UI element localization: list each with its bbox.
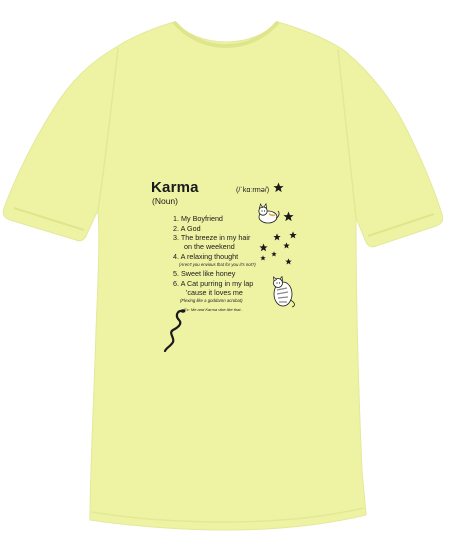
list-item: 'cause it loves me [186, 288, 243, 297]
star-icon [273, 182, 284, 193]
product-image: Karma (/ˈkɑːrmə/) (Noun) 1. My Boyfriend… [0, 0, 450, 533]
list-item: 4. A relaxing thought [173, 252, 239, 261]
cat-icon [258, 202, 280, 224]
list-note: (Flexing like a goddamn acrobat) [180, 298, 243, 303]
print-title: Karma [151, 179, 199, 196]
star-icon [271, 251, 277, 257]
star-icon [289, 231, 297, 239]
snake-icon [163, 309, 186, 352]
list-note: (Aren't you envious that for you it's no… [179, 262, 256, 267]
star-icon [260, 255, 266, 261]
list-item: on the weekend [184, 242, 235, 251]
star-icon [273, 233, 281, 241]
star-icon [259, 243, 268, 252]
list-item: 3. The breeze in my hair [173, 233, 251, 242]
star-icon [283, 211, 294, 222]
star-icon [283, 242, 290, 249]
example-line: Ex: Me and Karma vibe like that.. [184, 307, 243, 312]
star-icon [285, 258, 292, 265]
cat-lying-icon [273, 276, 295, 308]
list-item: 6. A Cat purring in my lap [173, 279, 254, 288]
print-part-of-speech: (Noun) [152, 196, 178, 206]
shirt-print: Karma (/ˈkɑːrmə/) (Noun) 1. My Boyfriend… [144, 176, 319, 356]
list-item: 5. Sweet like honey [173, 269, 236, 278]
print-pronunciation: (/ˈkɑːrmə/) [236, 185, 270, 194]
list-item: 1. My Boyfriend [173, 214, 223, 223]
list-item: 2. A God [173, 224, 201, 233]
